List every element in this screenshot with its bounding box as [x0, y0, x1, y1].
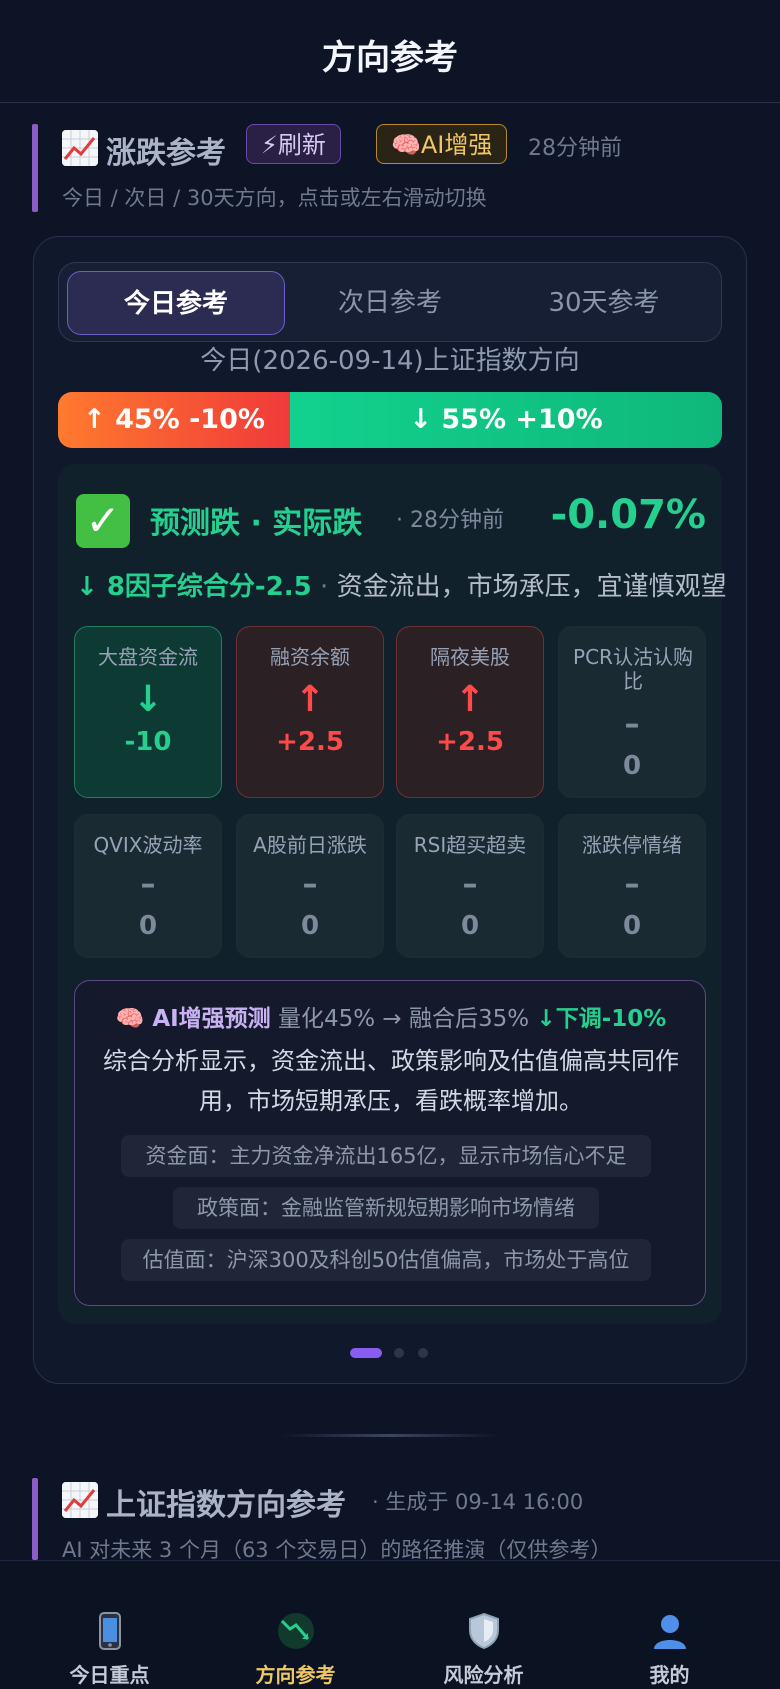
prediction-time: · 28分钟前	[396, 508, 504, 533]
refresh-button[interactable]: ⚡刷新	[246, 124, 341, 164]
factor-card: 融资余额 ↑ +2.5	[236, 626, 384, 798]
ai-adjustment: ↓下调-10%	[536, 1006, 667, 1032]
arrow-up-icon: ↑	[454, 679, 486, 720]
update-time: 28分钟前	[528, 136, 622, 161]
direction-title: 今日(2026-09-14)上证指数方向	[200, 346, 580, 376]
factor-label: RSI超买超卖	[413, 833, 527, 857]
ai-point-chip: 估值面：沪深300及科创50估值偏高，市场处于高位	[121, 1239, 651, 1281]
shield-icon	[464, 1611, 504, 1651]
factor-value: -10	[124, 727, 172, 757]
dash-icon: –	[462, 867, 478, 902]
nav-label: 方向参考	[255, 1663, 336, 1687]
tab-30-day[interactable]: 30天参考	[495, 271, 713, 335]
factor-label: 涨跌停情绪	[582, 833, 682, 857]
factor-score: ↓ 8因子综合分-2.5	[76, 572, 312, 602]
top-bar: 方向参考	[0, 0, 780, 103]
nav-item-today[interactable]: 今日重点	[12, 1561, 207, 1689]
page-title: 方向参考	[322, 38, 458, 78]
arrow-up-icon: ↑	[294, 679, 326, 720]
ai-point-chip: 资金面：主力资金净流出165亿，显示市场信心不足	[121, 1135, 651, 1177]
actual-change: -0.07%	[550, 492, 706, 538]
factor-value: 0	[622, 751, 642, 781]
nav-label: 风险分析	[443, 1663, 524, 1687]
generated-time: · 生成于 09-14 16:00	[372, 1490, 584, 1514]
section-title: 涨跌参考	[106, 136, 226, 171]
factor-label: QVIX波动率	[93, 833, 203, 857]
tab-next-day[interactable]: 次日参考	[281, 271, 499, 335]
factor-card: 隔夜美股 ↑ +2.5	[396, 626, 544, 798]
factor-card: 大盘资金流 ↓ -10	[74, 626, 222, 798]
dash-icon: –	[624, 867, 640, 902]
nav-item-direction[interactable]: 方向参考	[198, 1561, 393, 1689]
ai-quant-change: 量化45% → 融合后35%	[270, 1006, 537, 1032]
factor-label: A股前日涨跌	[253, 833, 367, 857]
factor-card: A股前日涨跌 – 0	[236, 814, 384, 958]
factor-label: 融资余额	[270, 645, 350, 669]
check-icon: ✓	[76, 494, 130, 548]
dash-icon: –	[624, 707, 640, 742]
user-icon	[650, 1611, 690, 1651]
section-accent-bar	[32, 124, 38, 212]
arrow-down-icon: ↓	[132, 679, 164, 720]
tab-today[interactable]: 今日参考	[67, 271, 285, 335]
factor-text: 资金流出，市场承压，宜谨慎观望	[336, 572, 727, 602]
down-probability: ↓ 55% +10%	[290, 392, 722, 448]
section-divider	[280, 1434, 500, 1437]
pager-dot[interactable]	[418, 1348, 428, 1358]
nav-label: 我的	[649, 1663, 690, 1687]
pager-dot[interactable]	[394, 1348, 404, 1358]
factor-label: 大盘资金流	[98, 645, 198, 669]
section-subtitle: 今日 / 次日 / 30天方向，点击或左右滑动切换	[62, 186, 487, 210]
chart-up-icon	[62, 130, 98, 166]
ai-summary: 综合分析显示，资金流出、政策影响及估值偏高共同作用，市场短期承压，看跌概率增加。	[103, 1047, 679, 1115]
factor-card: QVIX波动率 – 0	[74, 814, 222, 958]
factor-value: +2.5	[436, 727, 504, 757]
dash-icon: –	[302, 867, 318, 902]
ai-prediction-box: 🧠 AI增强预测 量化45% → 融合后35% ↓下调-10% 综合分析显示，资…	[74, 980, 706, 1306]
factor-summary: ↓ 8因子综合分-2.5 · 资金流出，市场承压，宜谨慎观望	[76, 566, 727, 603]
period-tabs: 今日参考 次日参考 30天参考	[58, 262, 722, 342]
phone-icon	[90, 1611, 130, 1651]
chart-down-icon	[276, 1611, 316, 1651]
chart-up-icon	[62, 1482, 98, 1518]
factor-label: 隔夜美股	[430, 645, 510, 669]
factor-card: RSI超买超卖 – 0	[396, 814, 544, 958]
pager-dot-active[interactable]	[350, 1348, 382, 1358]
ai-prediction-title: 🧠 AI增强预测	[115, 1006, 271, 1032]
section-accent-bar	[32, 1478, 38, 1560]
factor-card: PCR认沽认购比 – 0	[558, 626, 706, 798]
factor-value: 0	[460, 911, 480, 941]
nav-item-risk[interactable]: 风险分析	[386, 1561, 581, 1689]
ai-enhance-button[interactable]: 🧠AI增强	[376, 124, 508, 164]
bottom-nav: 今日重点 方向参考 风险分析 我的	[0, 1560, 780, 1689]
factor-value: 0	[622, 911, 642, 941]
ai-prediction-header: 🧠 AI增强预测 量化45% → 融合后35% ↓下调-10%	[75, 999, 707, 1033]
factor-separator: ·	[311, 572, 337, 602]
prediction-result: 预测跌 · 实际跌	[150, 506, 363, 541]
factor-label: PCR认沽认购比	[573, 645, 693, 693]
nav-item-mine[interactable]: 我的	[572, 1561, 767, 1689]
factor-value: 0	[138, 911, 158, 941]
ai-point-chip: 政策面：金融监管新规短期影响市场情绪	[173, 1187, 599, 1229]
factor-value: +2.5	[276, 727, 344, 757]
dash-icon: –	[140, 867, 156, 902]
nav-label: 今日重点	[69, 1663, 150, 1687]
section-title: 上证指数方向参考	[106, 1488, 346, 1523]
factor-value: 0	[300, 911, 320, 941]
factor-card: 涨跌停情绪 – 0	[558, 814, 706, 958]
probability-bar: ↑ 45% -10% ↓ 55% +10%	[58, 392, 722, 448]
up-probability: ↑ 45% -10%	[58, 392, 290, 448]
